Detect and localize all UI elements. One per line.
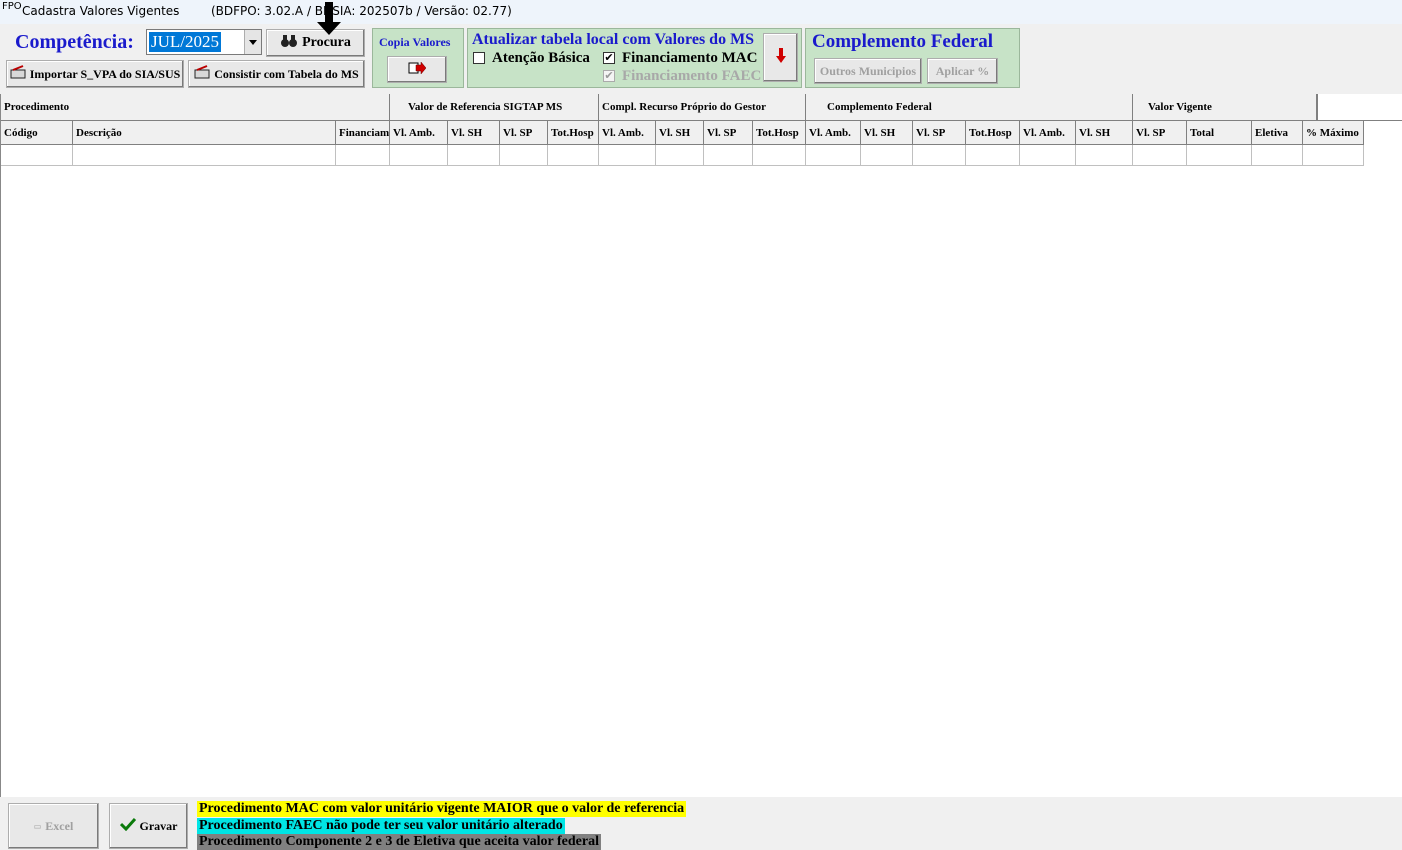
column-header[interactable]: Eletiva xyxy=(1252,121,1303,145)
grid-cell[interactable] xyxy=(704,145,753,166)
group-header-procedimento: Procedimento xyxy=(1,94,390,121)
consistir-label: Consistir com Tabela do MS xyxy=(214,66,359,81)
grid-cell[interactable] xyxy=(656,145,704,166)
column-header[interactable]: Financiam xyxy=(336,121,390,145)
column-header[interactable]: Tot.Hosp xyxy=(966,121,1020,145)
column-header[interactable]: Vl. SP xyxy=(1133,121,1187,145)
checkmark-icon xyxy=(119,817,136,835)
grid-cell[interactable] xyxy=(806,145,861,166)
title-bar: FPO Cadastra Valores Vigentes - (BDFPO: … xyxy=(0,0,1402,24)
column-header[interactable]: Tot.Hosp xyxy=(753,121,806,145)
data-grid[interactable]: Procedimento Valor de Referencia SIGTAP M… xyxy=(0,94,1402,797)
grid-cell[interactable] xyxy=(336,145,390,166)
complemento-panel: Complemento Federal Outros Municipios Ap… xyxy=(805,28,1020,88)
atualizar-title: Atualizar tabela local com Valores do MS xyxy=(472,31,755,48)
column-header[interactable]: Vl. SP xyxy=(704,121,753,145)
cursor-arrow-icon xyxy=(316,2,342,36)
group-header-blank xyxy=(1317,94,1402,121)
grid-cell[interactable] xyxy=(390,145,448,166)
grid-cell[interactable] xyxy=(548,145,599,166)
grid-cell[interactable] xyxy=(448,145,500,166)
procura-label: Procura xyxy=(302,35,351,50)
financiamento-mac-label: Financiamento MAC xyxy=(622,50,758,66)
import-icon xyxy=(10,65,26,83)
complemento-title: Complemento Federal xyxy=(812,31,993,52)
column-header[interactable]: Vl. SH xyxy=(448,121,500,145)
group-header-recurso-proprio: Compl. Recurso Próprio do Gestor xyxy=(599,94,806,121)
binoculars-icon xyxy=(280,34,298,53)
version-info: (BDFPO: 3.02.A / BDSIA: 202507b / Versão… xyxy=(211,4,512,18)
grid-cell[interactable] xyxy=(1,145,73,166)
financiamento-faec-checkbox[interactable]: ✔ xyxy=(603,70,615,82)
column-header[interactable]: Vl. Amb. xyxy=(806,121,861,145)
copia-valores-panel: Copia Valores xyxy=(372,28,464,88)
gravar-button[interactable]: Gravar xyxy=(109,803,188,849)
gravar-label: Gravar xyxy=(139,818,178,833)
consistir-button[interactable]: Consistir com Tabela do MS xyxy=(188,60,365,88)
grid-cell[interactable] xyxy=(1252,145,1303,166)
column-header[interactable]: % Máximo xyxy=(1303,121,1364,145)
column-header[interactable]: Vl. SP xyxy=(913,121,966,145)
atualizar-button[interactable] xyxy=(763,33,798,82)
column-header[interactable]: Vl. SH xyxy=(1076,121,1133,145)
column-header[interactable]: Vl. Amb. xyxy=(1020,121,1076,145)
dropdown-arrow-icon[interactable] xyxy=(244,30,261,54)
atualizar-panel: Atualizar tabela local com Valores do MS… xyxy=(467,28,802,88)
grid-cell[interactable] xyxy=(913,145,966,166)
window-title: Cadastra Valores Vigentes xyxy=(22,4,180,18)
aplicar-label: Aplicar % xyxy=(935,63,990,78)
column-header[interactable]: Vl. SH xyxy=(861,121,913,145)
grid-cell[interactable] xyxy=(599,145,656,166)
column-header[interactable]: Código xyxy=(1,121,73,145)
grid-cell[interactable] xyxy=(1133,145,1187,166)
column-header[interactable]: Vl. Amb. xyxy=(599,121,656,145)
title-separator: - xyxy=(174,4,179,18)
column-header[interactable]: Vl. SP xyxy=(500,121,548,145)
down-arrow-icon xyxy=(775,47,786,68)
grid-cell[interactable] xyxy=(753,145,806,166)
grid-cell[interactable] xyxy=(1303,145,1364,166)
grid-cell[interactable] xyxy=(1076,145,1133,166)
legend-mac: Procedimento MAC com valor unitário vige… xyxy=(197,801,687,817)
atencao-basica-label: Atenção Básica xyxy=(492,50,590,66)
check-table-icon xyxy=(194,65,210,83)
excel-button[interactable]: ▭ Excel xyxy=(8,803,99,849)
copy-arrow-icon xyxy=(408,60,427,79)
excel-icon: ▭ xyxy=(33,821,42,831)
column-header[interactable]: Vl. Amb. xyxy=(390,121,448,145)
outros-municipios-label: Outros Municipios xyxy=(819,63,917,78)
group-header-complemento-federal: Complemento Federal xyxy=(806,94,1133,121)
app-icon: FPO xyxy=(2,1,22,12)
column-header[interactable]: Tot.Hosp xyxy=(548,121,599,145)
aplicar-button[interactable]: Aplicar % xyxy=(927,58,998,84)
grid-cell[interactable] xyxy=(500,145,548,166)
financiamento-mac-checkbox[interactable]: ✔ xyxy=(603,52,615,64)
competencia-select[interactable]: JUL/2025 xyxy=(146,29,262,55)
atencao-basica-checkbox[interactable] xyxy=(473,52,485,64)
excel-label: Excel xyxy=(45,818,74,833)
copia-valores-button[interactable] xyxy=(387,56,447,83)
group-header-valor-vigente: Valor Vigente xyxy=(1133,94,1317,121)
copia-valores-label: Copia Valores xyxy=(379,35,451,49)
grid-cell[interactable] xyxy=(966,145,1020,166)
column-header[interactable]: Total xyxy=(1187,121,1252,145)
group-header-sigtap: Valor de Referencia SIGTAP MS xyxy=(390,94,599,121)
legend-eletiva: Procedimento Componente 2 e 3 de Eletiva… xyxy=(197,834,601,850)
importar-label: Importar S_VPA do SIA/SUS xyxy=(29,66,181,81)
grid-cell[interactable] xyxy=(73,145,336,166)
legend-faec: Procedimento FAEC não pode ter seu valor… xyxy=(197,818,565,834)
column-header[interactable]: Descrição xyxy=(73,121,336,145)
competencia-value: JUL/2025 xyxy=(149,32,221,52)
importar-button[interactable]: Importar S_VPA do SIA/SUS xyxy=(6,60,184,88)
financiamento-faec-label: Financiamento FAEC xyxy=(622,68,762,84)
competencia-label: Competência: xyxy=(15,31,134,53)
grid-cell[interactable] xyxy=(861,145,913,166)
outros-municipios-button[interactable]: Outros Municipios xyxy=(814,58,922,84)
grid-cell[interactable] xyxy=(1020,145,1076,166)
column-header[interactable]: Vl. SH xyxy=(656,121,704,145)
grid-cell[interactable] xyxy=(1187,145,1252,166)
